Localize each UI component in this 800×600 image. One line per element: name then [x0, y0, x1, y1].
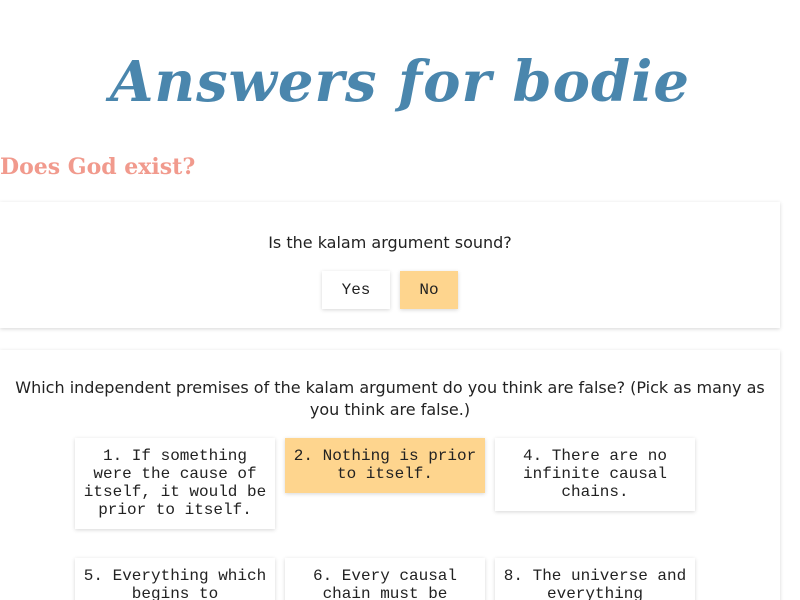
no-button[interactable]: No: [400, 271, 458, 309]
premise-option-8[interactable]: 8. The universe and everything: [495, 558, 695, 600]
question-card-false-premises: Which independent premises of the kalam …: [0, 350, 780, 600]
premise-option-2[interactable]: 2. Nothing is prior to itself.: [285, 438, 485, 493]
premise-option-5[interactable]: 5. Everything which begins to: [75, 558, 275, 600]
yes-button[interactable]: Yes: [322, 271, 390, 309]
section-heading: Does God exist?: [0, 154, 196, 180]
site-title: Answers for bodie: [109, 49, 691, 115]
answer-options: Yes No: [0, 271, 780, 309]
question-card-kalam-sound: Is the kalam argument sound? Yes No: [0, 202, 780, 328]
question-text: Which independent premises of the kalam …: [15, 378, 765, 419]
premise-option-4[interactable]: 4. There are no infinite causal chains.: [495, 438, 695, 511]
premise-option-1[interactable]: 1. If something were the cause of itself…: [75, 438, 275, 529]
premise-option-6[interactable]: 6. Every causal chain must be: [285, 558, 485, 600]
question-text: Is the kalam argument sound?: [268, 233, 512, 252]
